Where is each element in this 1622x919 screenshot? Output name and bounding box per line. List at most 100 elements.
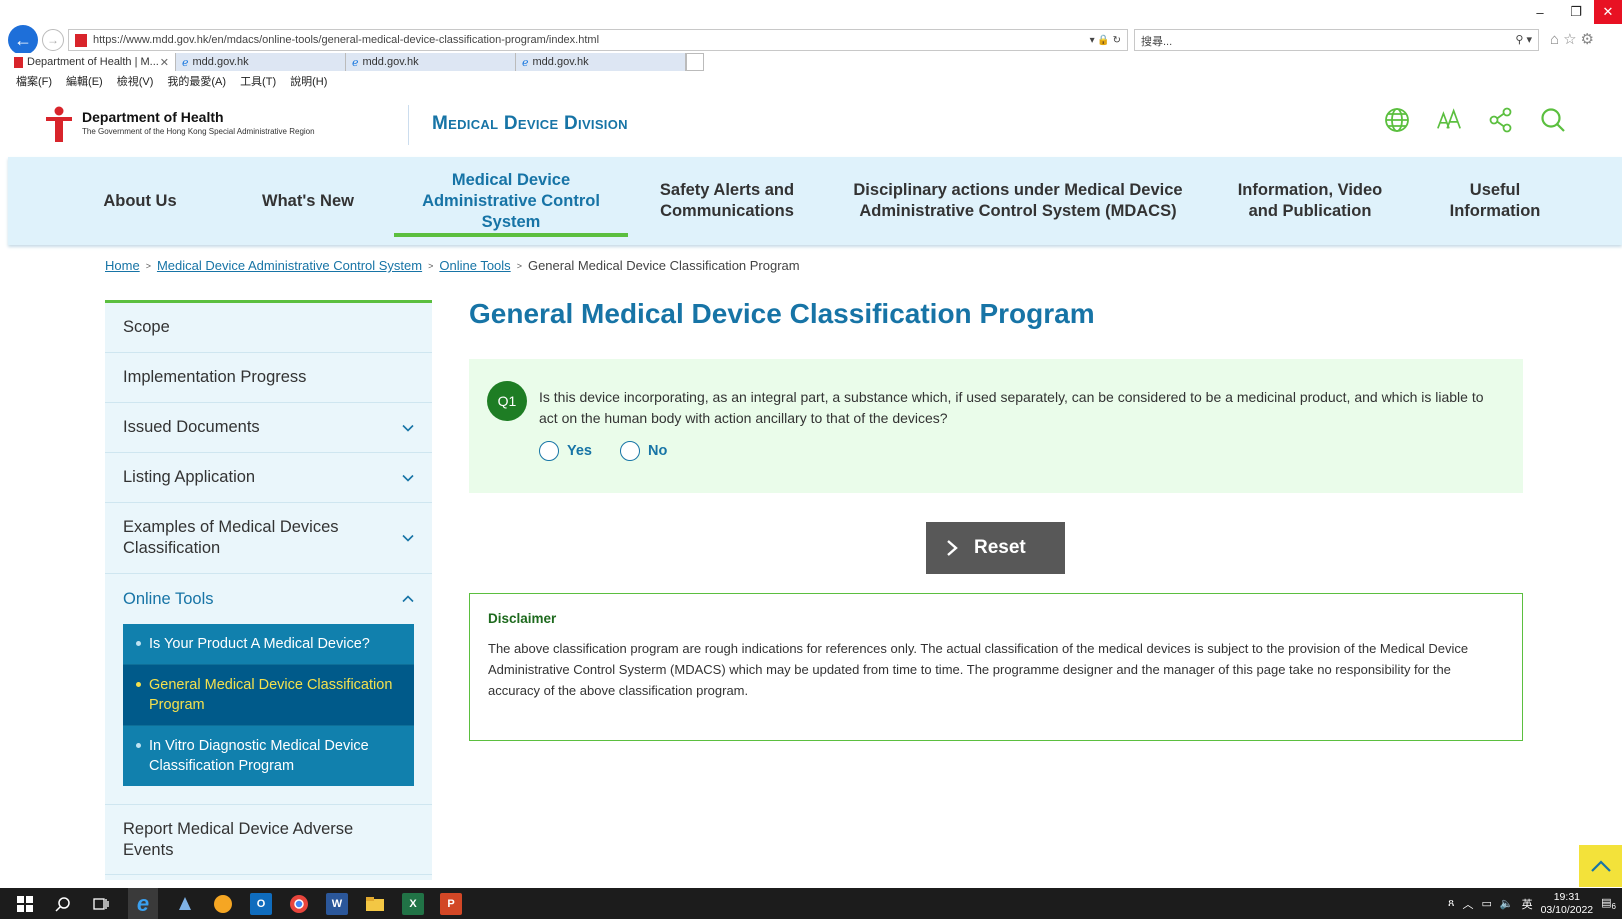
ie-icon: ℯ [182,56,189,69]
reset-label: Reset [974,537,1026,558]
word-icon[interactable]: W [326,892,348,915]
sidebar-item-label: Scope [123,318,170,336]
nav-about-us[interactable]: About Us [70,157,210,245]
tab-mdd-2[interactable]: ℯ mdd.gov.hk [346,53,516,71]
menu-tools[interactable]: 工具(T) [240,73,276,89]
menu-view[interactable]: 檢視(V) [117,73,154,89]
menu-file[interactable]: 檔案(F) [16,73,52,89]
close-tab-icon[interactable]: ✕ [160,56,169,69]
new-tab-button[interactable] [686,53,704,71]
home-icon[interactable]: ⌂ [1550,31,1563,48]
nav-mdacs[interactable]: Medical Device Administrative Control Sy… [394,157,628,245]
sidebar-item-examples[interactable]: Examples of Medical Devices Classificati… [105,503,432,574]
ime-indicator[interactable]: 英 [1522,896,1533,912]
back-icon[interactable]: ← [8,25,38,55]
windows-taskbar: e O W X P ጸ ︿ ▭ 🔈 英 19:31 03/10/2022 ▤6 [0,888,1622,919]
app-icon-4[interactable] [174,893,196,915]
doh-logo-icon[interactable] [44,105,74,143]
search-icon[interactable] [1540,107,1566,133]
no-label[interactable]: No [648,443,667,459]
nav-safety-alerts[interactable]: Safety Alerts and Communications [636,157,818,245]
show-hidden-icons-icon[interactable]: ︿ [1462,896,1473,912]
minimize-icon[interactable]: – [1522,0,1558,24]
browser-search-input[interactable]: 搜尋... ⚲ ▾ [1134,29,1539,51]
font-size-icon[interactable] [1436,107,1462,133]
favorites-star-icon[interactable]: ☆ [1563,31,1580,48]
yes-label[interactable]: Yes [567,443,592,459]
close-window-icon[interactable]: ✕ [1594,0,1622,24]
nav-disciplinary-actions[interactable]: Disciplinary actions under Medical Devic… [834,157,1202,245]
menu-help[interactable]: 說明(H) [290,73,327,89]
no-radio[interactable] [620,441,640,461]
windows-start-icon[interactable] [14,893,36,915]
tab-mdd-3[interactable]: ℯ mdd.gov.hk [516,53,686,71]
sidebar-item-label: Listing Application [123,468,256,486]
chevron-down-icon[interactable] [402,472,414,484]
volume-icon[interactable]: 🔈 [1500,897,1514,910]
menu-favorites[interactable]: 我的最愛(A) [167,73,226,89]
menu-edit[interactable]: 編輯(E) [66,73,103,89]
people-icon[interactable]: ጸ [1448,897,1454,910]
tab-department-of-health[interactable]: Department of Health | M... ✕ [8,53,176,71]
nav-label: Disciplinary actions under Medical Devic… [853,181,1183,220]
chevron-up-icon [1590,860,1611,872]
search-icon[interactable] [52,893,74,915]
refresh-icon[interactable]: ▾ 🔒 ↻ [1083,35,1127,46]
sidebar-item-online-tools[interactable]: Online Tools [105,574,432,624]
sidebar-item-scope[interactable]: Scope [105,303,432,353]
breadcrumb-mdacs[interactable]: Medical Device Administrative Control Sy… [157,258,422,273]
sidebar-item-label: Online Tools [123,589,214,608]
sidebar-item-implementation-progress[interactable]: Implementation Progress [105,353,432,403]
sidebar-item-report-adverse-events[interactable]: Report Medical Device Adverse Events [105,804,432,875]
breadcrumb-home[interactable]: Home [105,258,140,273]
search-icon[interactable]: ⚲ ▾ [1515,33,1532,47]
sidebar-item-issued-documents[interactable]: Issued Documents [105,403,432,453]
system-clock[interactable]: 19:31 03/10/2022 [1541,891,1594,917]
nav-useful-information[interactable]: Useful Information [1428,157,1562,245]
subnav-ivd-classification-program[interactable]: In Vitro Diagnostic Medical Device Class… [123,726,414,786]
sidebar-item-listing-application[interactable]: Listing Application [105,453,432,503]
notifications-icon[interactable]: ▤6 [1601,896,1616,911]
subnav-general-classification-program[interactable]: General Medical Device Classification Pr… [123,665,414,726]
chevron-down-icon[interactable] [402,532,414,544]
task-view-icon[interactable] [90,893,112,915]
nav-whats-new[interactable]: What's New [233,157,383,245]
tab-label: mdd.gov.hk [532,56,589,68]
answer-no-option[interactable]: No [620,441,667,461]
forward-icon[interactable]: → [42,29,64,51]
address-bar[interactable]: https://www.mdd.gov.hk/en/mdacs/online-t… [68,29,1128,51]
internet-explorer-icon[interactable]: e [128,888,158,919]
nav-information-video[interactable]: Information, Video and Publication [1230,157,1390,245]
file-explorer-icon[interactable] [364,893,386,915]
org-name[interactable]: Department of Health [82,109,224,125]
division-title[interactable]: Medical Device Division [432,113,628,135]
subnav-is-your-product-medical-device[interactable]: Is Your Product A Medical Device? [123,624,414,665]
app-icon-5[interactable] [212,893,234,915]
tab-strip: Department of Health | M... ✕ ℯ mdd.gov.… [8,53,704,71]
answer-yes-option[interactable]: Yes [539,441,592,461]
nav-label: Safety Alerts and Communications [659,181,795,220]
tab-mdd-1[interactable]: ℯ mdd.gov.hk [176,53,346,71]
breadcrumb-current: General Medical Device Classification Pr… [527,258,800,273]
chevron-down-icon[interactable] [402,422,414,434]
system-tray: ጸ ︿ ▭ 🔈 英 19:31 03/10/2022 ▤6 [1448,888,1616,919]
outlook-icon[interactable]: O [250,892,272,915]
ie-icon: ℯ [522,56,529,69]
share-icon[interactable] [1488,107,1514,133]
tab-label: mdd.gov.hk [192,56,249,68]
excel-icon[interactable]: X [402,892,424,915]
yes-radio[interactable] [539,441,559,461]
doh-favicon-icon [14,56,23,68]
chrome-icon[interactable] [288,893,310,915]
chevron-up-icon[interactable] [402,593,414,605]
settings-gear-icon[interactable]: ⚙ [1581,31,1598,48]
back-to-top-button[interactable] [1579,845,1622,887]
restore-icon[interactable]: ❐ [1558,0,1594,24]
powerpoint-icon[interactable]: P [440,892,462,915]
reset-button[interactable]: Reset [926,522,1065,574]
address-url[interactable]: https://www.mdd.gov.hk/en/mdacs/online-t… [93,34,1083,46]
language-globe-icon[interactable] [1384,107,1410,133]
breadcrumb-online-tools[interactable]: Online Tools [439,258,510,273]
network-icon[interactable]: ▭ [1481,897,1491,910]
clock-time: 19:31 [1553,890,1580,903]
